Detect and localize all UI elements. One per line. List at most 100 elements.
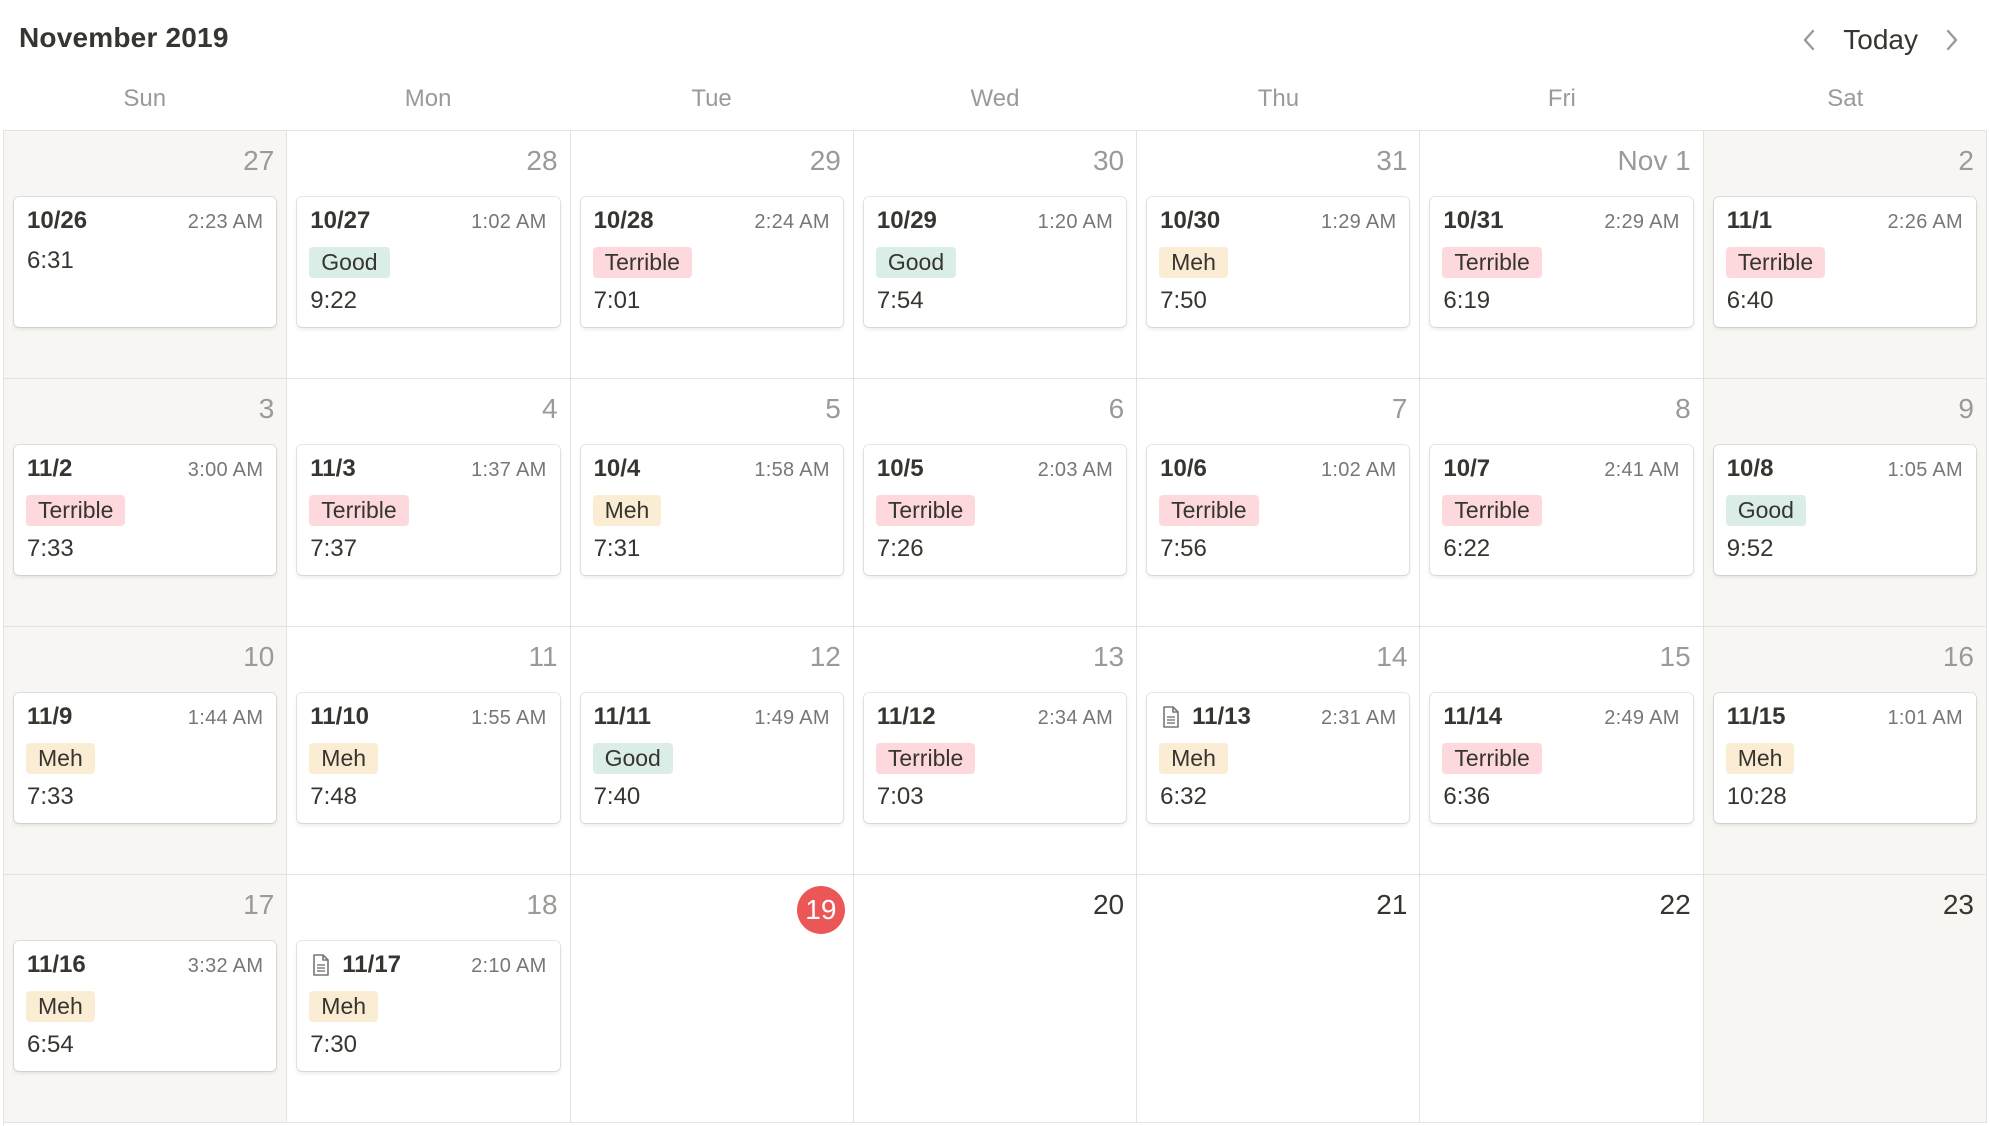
day-number: 20	[1092, 889, 1125, 920]
entry-card[interactable]: 10/26 2:23 AM 6:31	[14, 197, 277, 327]
day-cell[interactable]: 12 11/11 1:49 AM Good 7:40	[570, 627, 854, 875]
entry-title: 11/2	[27, 455, 72, 483]
entry-time: 1:44 AM	[187, 707, 264, 729]
entry-time: 2:10 AM	[471, 955, 547, 977]
entry-card[interactable]: 10/30 1:29 AM Meh 7:50	[1147, 197, 1410, 327]
next-month-button[interactable]	[1934, 20, 1970, 60]
entry-sleep-duration: 6:40	[1726, 287, 1774, 314]
rating-tag: Meh	[1159, 743, 1228, 774]
day-cell[interactable]: 23	[1703, 875, 1987, 1123]
day-cell[interactable]: 18 11/17 2:10 AM Meh 7:30	[287, 875, 571, 1123]
day-cell[interactable]: 5 10/4 1:58 AM Meh 7:31	[570, 379, 854, 627]
day-cell[interactable]: 29 10/28 2:24 AM Terrible 7:01	[570, 131, 854, 379]
entry-card[interactable]: 11/15 1:01 AM Meh 10:28	[1713, 693, 1976, 823]
rating-tag: Meh	[26, 743, 95, 774]
entry-card[interactable]: 10/4 1:58 AM Meh 7:31	[580, 445, 843, 575]
rating-tag: Terrible	[1442, 495, 1542, 526]
entry-time: 1:20 AM	[1037, 211, 1114, 233]
day-cell[interactable]: 17 11/16 3:32 AM Meh 6:54	[4, 875, 288, 1123]
entry-time: 1:29 AM	[1320, 211, 1397, 233]
day-cell[interactable]: 28 10/27 1:02 AM Good 9:22	[287, 131, 571, 379]
day-cell[interactable]: 22	[1420, 875, 1704, 1123]
entry-title-text: 10/30	[1160, 207, 1221, 234]
entry-time: 1:58 AM	[754, 459, 830, 481]
entry-card[interactable]: 11/3 1:37 AM Terrible 7:37	[297, 445, 560, 575]
day-number: 9	[1958, 393, 1974, 424]
day-number: 21	[1376, 889, 1408, 920]
day-cell[interactable]: 9 10/8 1:05 AM Good 9:52	[1703, 379, 1987, 627]
entry-card[interactable]: 11/1 2:26 AM Terrible 6:40	[1713, 197, 1976, 327]
day-cell[interactable]: 15 11/14 2:49 AM Terrible 6:36	[1420, 627, 1704, 875]
entry-sleep-duration: 7:40	[593, 783, 641, 810]
entry-sleep-duration: 7:37	[310, 535, 357, 562]
entry-card[interactable]: 10/6 1:02 AM Terrible 7:56	[1147, 445, 1410, 575]
entry-title: 11/1	[1727, 207, 1772, 235]
entry-title-text: 11/17	[342, 951, 402, 978]
entry-card[interactable]: 11/14 2:49 AM Terrible 6:36	[1430, 693, 1693, 823]
entry-card[interactable]: 11/17 2:10 AM Meh 7:30	[297, 941, 560, 1071]
entry-card[interactable]: 11/11 1:49 AM Good 7:40	[580, 693, 843, 823]
entry-card[interactable]: 10/5 2:03 AM Terrible 7:26	[863, 445, 1127, 575]
weekday-label: Wed	[970, 85, 1020, 112]
day-cell[interactable]: 11 11/10 1:55 AM Meh 7:48	[287, 627, 571, 875]
entry-title-text: 10/6	[1160, 455, 1207, 482]
day-cell[interactable]: 10 11/9 1:44 AM Meh 7:33	[4, 627, 288, 875]
entry-title: 11/9	[27, 703, 72, 731]
entry-title-text: 11/16	[27, 951, 86, 978]
day-cell[interactable]: 21	[1137, 875, 1421, 1123]
rating-tag: Good	[875, 247, 957, 278]
entry-title: 10/27	[310, 207, 370, 235]
entry-card[interactable]: 11/13 2:31 AM Meh 6:32	[1147, 693, 1410, 823]
day-cell[interactable]: 6 10/5 2:03 AM Terrible 7:26	[853, 379, 1138, 627]
entry-card[interactable]: 10/7 2:41 AM Terrible 6:22	[1430, 445, 1693, 575]
day-number: 30	[1092, 145, 1125, 176]
entry-title: 11/12	[877, 703, 936, 731]
day-cell[interactable]: 13 11/12 2:34 AM Terrible 7:03	[853, 627, 1138, 875]
rating-tag: Terrible	[1442, 743, 1542, 774]
day-cell[interactable]: 16 11/15 1:01 AM Meh 10:28	[1703, 627, 1987, 875]
entry-card[interactable]: 11/12 2:34 AM Terrible 7:03	[863, 693, 1127, 823]
rating-tag: Good	[592, 743, 673, 774]
day-cell[interactable]: 8 10/7 2:41 AM Terrible 6:22	[1420, 379, 1704, 627]
entry-title-text: 11/2	[27, 455, 73, 482]
entry-title: 10/8	[1727, 455, 1774, 483]
day-cell[interactable]: 4 11/3 1:37 AM Terrible 7:37	[287, 379, 571, 627]
entry-title: 10/4	[594, 455, 641, 483]
rating-tag: Terrible	[1725, 247, 1826, 278]
day-number: 27	[243, 145, 275, 176]
entry-time: 2:24 AM	[754, 211, 830, 233]
entry-sleep-duration: 7:01	[593, 287, 641, 314]
entry-time: 2:23 AM	[187, 211, 264, 233]
entry-time: 2:29 AM	[1604, 211, 1680, 233]
entry-title: 10/29	[877, 207, 937, 235]
today-button[interactable]: Today	[1827, 20, 1934, 60]
entry-time: 1:02 AM	[471, 211, 547, 233]
entry-time: 3:32 AM	[187, 955, 264, 977]
day-cell[interactable]: Nov 1 10/31 2:29 AM Terrible 6:19	[1420, 131, 1704, 379]
entry-card[interactable]: 11/10 1:55 AM Meh 7:48	[297, 693, 560, 823]
day-cell[interactable]: 31 10/30 1:29 AM Meh 7:50	[1137, 131, 1421, 379]
entry-card[interactable]: 10/28 2:24 AM Terrible 7:01	[580, 197, 843, 327]
day-cell[interactable]: 3 11/2 3:00 AM Terrible 7:33	[4, 379, 288, 627]
day-cell[interactable]: 20	[853, 875, 1138, 1123]
entry-card[interactable]: 11/2 3:00 AM Terrible 7:33	[14, 445, 277, 575]
entry-card[interactable]: 10/27 1:02 AM Good 9:22	[297, 197, 560, 327]
day-cell[interactable]: 19	[570, 875, 854, 1123]
entry-card[interactable]: 11/9 1:44 AM Meh 7:33	[14, 693, 277, 823]
day-cell[interactable]: 7 10/6 1:02 AM Terrible 7:56	[1137, 379, 1421, 627]
entry-card[interactable]: 10/29 1:20 AM Good 7:54	[863, 197, 1127, 327]
entry-card[interactable]: 11/16 3:32 AM Meh 6:54	[14, 941, 277, 1071]
rating-tag: Meh	[1159, 247, 1228, 278]
entry-title-text: 10/26	[27, 207, 88, 234]
day-cell[interactable]: 27 10/26 2:23 AM 6:31	[4, 131, 288, 379]
day-cell[interactable]: 2 11/1 2:26 AM Terrible 6:40	[1703, 131, 1987, 379]
day-cell[interactable]: 14 11/13 2:31 AM Meh 6:32	[1137, 627, 1421, 875]
entry-title-text: 10/27	[310, 207, 371, 234]
rating-tag: Meh	[309, 743, 379, 774]
previous-month-button[interactable]	[1791, 20, 1827, 60]
entry-card[interactable]: 10/31 2:29 AM Terrible 6:19	[1430, 197, 1693, 327]
day-cell[interactable]: 30 10/29 1:20 AM Good 7:54	[853, 131, 1138, 379]
weekday-label: Thu	[1257, 85, 1300, 112]
day-number: 5	[825, 393, 841, 424]
entry-card[interactable]: 10/8 1:05 AM Good 9:52	[1713, 445, 1976, 575]
